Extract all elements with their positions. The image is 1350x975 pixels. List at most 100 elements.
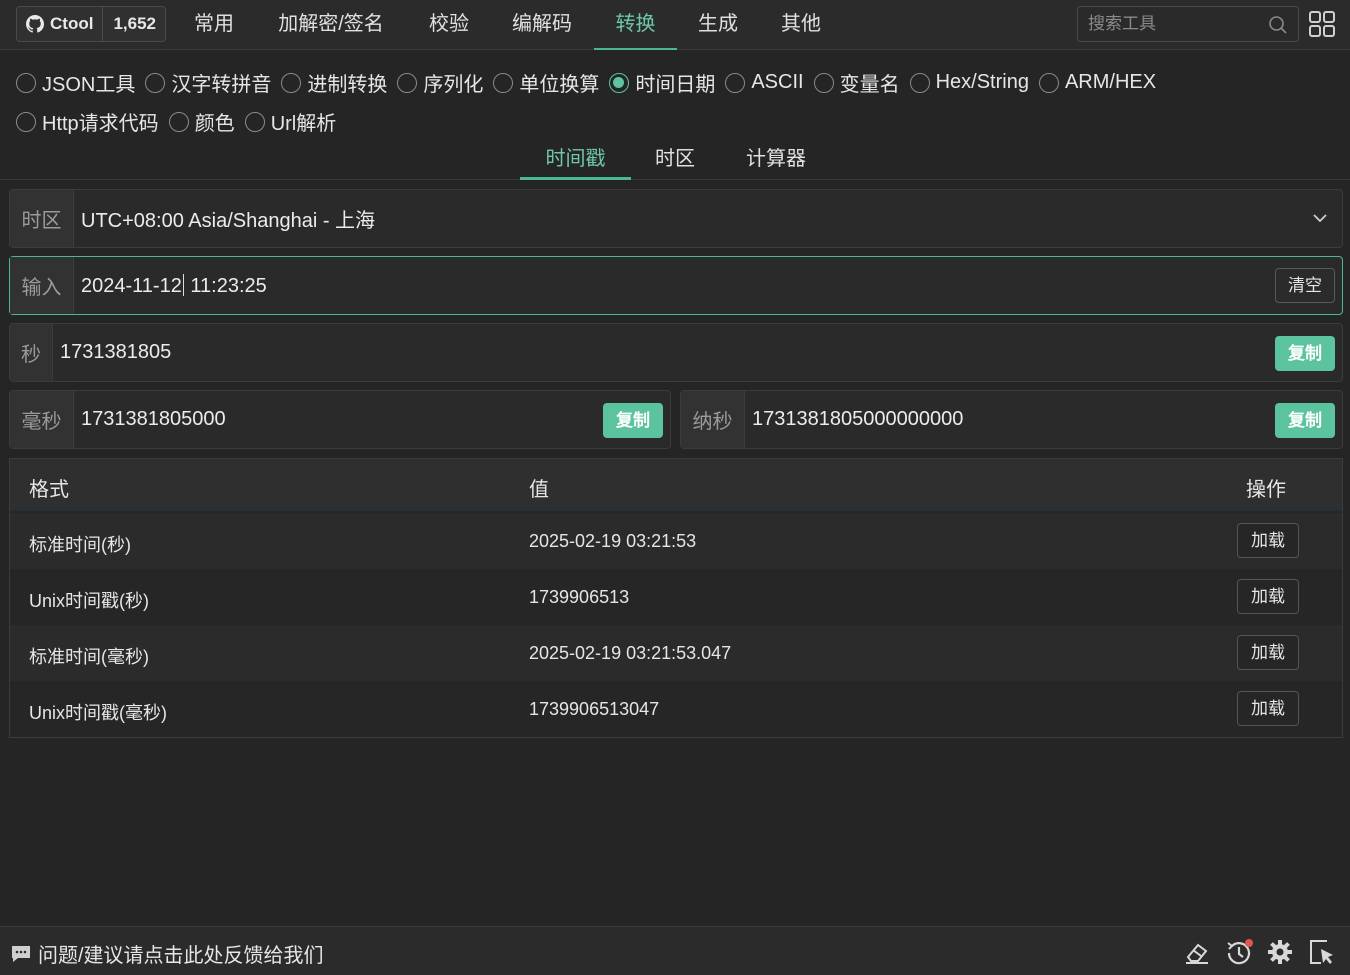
- table-row: 标准时间(秒) 2025-02-19 03:21:53 加载: [10, 513, 1342, 569]
- radio-ascii[interactable]: ASCII: [725, 71, 804, 94]
- footer-bar: 问题/建议请点击此处反馈给我们: [0, 926, 1350, 975]
- table-row: Unix时间戳(毫秒) 1739906513047 加载: [10, 681, 1342, 737]
- datetime-input-field: 输入 2024-11-12 11:23:25 清空: [9, 256, 1343, 315]
- radio-dot: [813, 72, 834, 93]
- nav-tab-convert[interactable]: 转换: [594, 0, 677, 50]
- nav-tab-encrypt-sign[interactable]: 加解密/签名: [264, 0, 398, 50]
- search-box: [1077, 6, 1299, 42]
- nanoseconds-field: 纳秒 1731381805000000000 复制: [680, 390, 1343, 449]
- datetime-input[interactable]: 2024-11-12 11:23:25: [74, 273, 1342, 298]
- nanoseconds-label: 纳秒: [681, 391, 745, 448]
- github-star-count: 1,652: [113, 14, 156, 33]
- github-star-button[interactable]: Ctool 1,652: [16, 6, 166, 42]
- nav-tab-codec[interactable]: 编解码: [498, 0, 586, 50]
- radio-color[interactable]: 颜色: [168, 107, 235, 136]
- radio-dot: [16, 111, 36, 132]
- top-nav-bar: Ctool 1,652 常用 加解密/签名 校验 编解码 转换 生成 其他: [0, 0, 1350, 50]
- radio-base-convert[interactable]: 进制转换: [281, 68, 387, 97]
- radio-label: Url解析: [270, 113, 337, 135]
- radio-label: 单位换算: [519, 74, 600, 96]
- row-format: 标准时间(秒): [29, 535, 131, 555]
- row-value: 1739906513: [529, 587, 630, 607]
- search-icon[interactable]: [1268, 15, 1288, 35]
- row-format: 标准时间(毫秒): [29, 647, 149, 667]
- radio-unit-convert[interactable]: 单位换算: [493, 68, 599, 97]
- nav-tab-verify[interactable]: 校验: [414, 0, 484, 50]
- input-text-before-cursor: 2024-11-12: [81, 274, 182, 297]
- milliseconds-value[interactable]: 1731381805000: [74, 408, 670, 431]
- radio-serialize[interactable]: 序列化: [397, 68, 483, 97]
- subtab-timestamp[interactable]: 时间戳: [520, 142, 631, 180]
- radio-label: ASCII: [751, 71, 804, 93]
- column-header-action: 操作: [1246, 479, 1286, 501]
- nav-tab-other[interactable]: 其他: [766, 0, 836, 50]
- radio-dot: [725, 72, 746, 93]
- row-format: Unix时间戳(秒): [29, 591, 149, 611]
- radio-url-parse[interactable]: Url解析: [244, 107, 337, 136]
- eraser-icon[interactable]: [1182, 937, 1212, 967]
- row-value: 2025-02-19 03:21:53.047: [529, 643, 732, 663]
- seconds-label: 秒: [10, 324, 53, 381]
- app-grid-icon[interactable]: [1308, 10, 1336, 38]
- radio-dot: [909, 72, 930, 93]
- chevron-down-icon[interactable]: [1312, 212, 1328, 224]
- radio-datetime[interactable]: 时间日期: [609, 68, 715, 97]
- sub-tab-bar: 时间戳 时区 计算器: [0, 142, 1350, 180]
- history-icon[interactable]: [1223, 937, 1255, 969]
- gear-icon[interactable]: [1265, 937, 1295, 967]
- milliseconds-label: 毫秒: [10, 391, 74, 448]
- radio-label: 变量名: [839, 74, 900, 96]
- timezone-value: UTC+08:00 Asia/Shanghai - 上海: [81, 210, 376, 232]
- text-cursor: [182, 273, 184, 296]
- radio-dot-checked: [609, 72, 630, 93]
- copy-seconds-button[interactable]: 复制: [1275, 336, 1335, 371]
- subtab-calculator[interactable]: 计算器: [730, 142, 822, 180]
- load-button[interactable]: 加载: [1237, 579, 1299, 614]
- copy-milliseconds-button[interactable]: 复制: [603, 403, 663, 438]
- radio-http-request-code[interactable]: Http请求代码: [16, 107, 159, 136]
- radio-dot: [493, 72, 514, 93]
- clear-button[interactable]: 清空: [1275, 268, 1335, 303]
- radio-label: 进制转换: [307, 74, 388, 96]
- radio-arm-hex[interactable]: ARM/HEX: [1038, 71, 1156, 94]
- radio-label: 序列化: [423, 74, 484, 96]
- row-format: Unix时间戳(毫秒): [29, 703, 167, 723]
- timezone-label: 时区: [10, 190, 74, 247]
- chat-bubble-icon: [12, 945, 30, 962]
- radio-json-tool[interactable]: JSON工具: [16, 68, 135, 97]
- row-value: 2025-02-19 03:21:53: [529, 531, 697, 551]
- nav-tab-common[interactable]: 常用: [180, 0, 248, 50]
- tool-radio-group-row-2: Http请求代码 颜色 Url解析: [16, 107, 346, 136]
- cursor-select-icon[interactable]: [1307, 937, 1337, 967]
- subtab-timezone[interactable]: 时区: [640, 142, 710, 180]
- load-button[interactable]: 加载: [1237, 523, 1299, 558]
- table-header: 格式 值 操作: [10, 459, 1342, 511]
- radio-label: Hex/String: [935, 71, 1029, 93]
- load-button[interactable]: 加载: [1237, 691, 1299, 726]
- search-input[interactable]: [1088, 14, 1258, 34]
- input-label: 输入: [10, 257, 74, 314]
- copy-nanoseconds-button[interactable]: 复制: [1275, 403, 1335, 438]
- feedback-link[interactable]: 问题/建议请点击此处反馈给我们: [10, 939, 324, 968]
- seconds-value[interactable]: 1731381805: [53, 341, 1342, 364]
- tool-radio-group-row-1: JSON工具 汉字转拼音 进制转换 序列化 单位换算 时间日期 ASCII 变量…: [16, 68, 1166, 97]
- radio-dot: [168, 111, 189, 132]
- radio-label: JSON工具: [42, 74, 136, 96]
- radio-label: 汉字转拼音: [171, 74, 272, 96]
- radio-pinyin[interactable]: 汉字转拼音: [145, 68, 271, 97]
- radio-variable-name[interactable]: 变量名: [813, 68, 900, 97]
- radio-dot: [281, 72, 302, 93]
- radio-hex-string[interactable]: Hex/String: [909, 71, 1029, 94]
- seconds-field: 秒 1731381805 复制: [9, 323, 1343, 382]
- row-value: 1739906513047: [529, 699, 660, 719]
- nanoseconds-value[interactable]: 1731381805000000000: [745, 408, 1342, 431]
- github-label-section: Ctool: [17, 7, 104, 41]
- radio-dot: [244, 111, 265, 132]
- feedback-text: 问题/建议请点击此处反馈给我们: [38, 945, 324, 967]
- radio-dot: [1038, 72, 1059, 93]
- load-button[interactable]: 加载: [1237, 635, 1299, 670]
- radio-label: 颜色: [194, 113, 235, 135]
- timezone-select[interactable]: 时区 UTC+08:00 Asia/Shanghai - 上海: [9, 189, 1343, 248]
- input-text-after-cursor: 11:23:25: [184, 274, 267, 297]
- nav-tab-generate[interactable]: 生成: [684, 0, 752, 50]
